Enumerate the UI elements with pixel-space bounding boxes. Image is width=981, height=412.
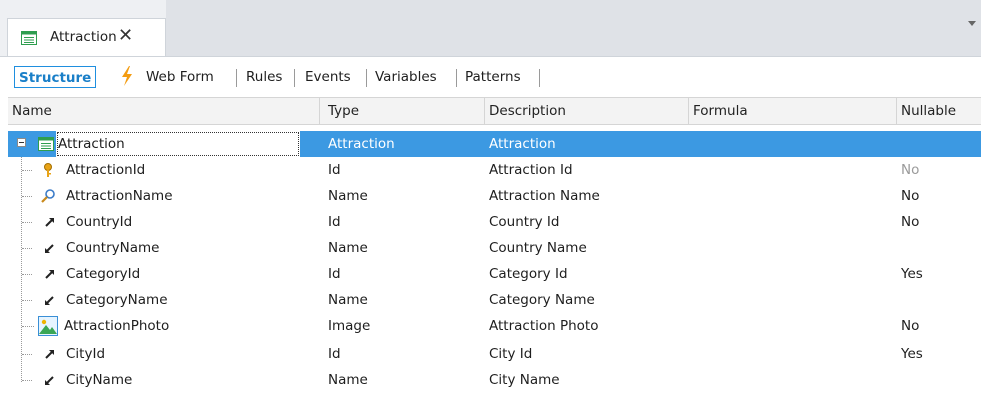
tab-strip-empty-area xyxy=(166,0,981,56)
row-nullable: Yes xyxy=(901,346,923,362)
object-section-bar: Structure Web Form Rules Events Variable… xyxy=(0,56,981,97)
tree-connector xyxy=(22,354,32,355)
collapse-toggle-icon[interactable] xyxy=(17,138,26,147)
tree-connector xyxy=(22,222,32,223)
tab-patterns[interactable]: Patterns xyxy=(465,66,521,88)
inferred-icon xyxy=(45,244,54,253)
row-description: Attraction Id xyxy=(489,162,573,178)
inferred-icon xyxy=(45,296,54,305)
tree-connector xyxy=(22,248,32,249)
row-type: Name xyxy=(328,292,368,308)
column-header-name[interactable]: Name xyxy=(8,98,320,124)
tab-rules[interactable]: Rules xyxy=(246,66,282,88)
row-type: Id xyxy=(328,346,341,362)
structure-row[interactable]: CategoryName Name Category Name xyxy=(8,287,981,313)
structure-row[interactable]: CountryId Id Country Id No xyxy=(8,209,981,235)
tree-connector xyxy=(22,170,32,171)
close-tab-icon[interactable]: ✕ xyxy=(118,25,133,46)
foreign-key-icon xyxy=(45,270,54,279)
structure-row[interactable]: AttractionPhoto Image Attraction Photo N… xyxy=(8,313,981,339)
row-type: Name xyxy=(328,240,368,256)
row-nullable: No xyxy=(901,162,920,178)
row-name[interactable]: CountryName xyxy=(66,235,159,261)
section-separator xyxy=(539,69,540,87)
tab-structure[interactable]: Structure xyxy=(14,66,97,88)
tree-connector xyxy=(22,326,34,327)
row-type: Image xyxy=(328,318,371,334)
web-form-bolt-icon xyxy=(122,66,132,86)
row-type: Id xyxy=(328,214,341,230)
tree-connector xyxy=(22,300,32,301)
row-name[interactable]: CategoryName xyxy=(66,287,168,313)
document-tab-attraction[interactable]: Attraction ✕ xyxy=(7,18,166,56)
structure-row-root[interactable]: Attraction Attraction Attraction xyxy=(8,131,981,157)
row-type: Attraction xyxy=(328,136,395,152)
column-header-formula[interactable]: Formula xyxy=(689,98,897,124)
structure-row[interactable]: CityName Name City Name xyxy=(8,367,981,393)
row-type: Name xyxy=(328,372,368,388)
section-separator xyxy=(456,69,457,87)
row-description: City Name xyxy=(489,372,560,388)
key-icon xyxy=(44,163,52,177)
structure-row[interactable]: CategoryId Id Category Id Yes xyxy=(8,261,981,287)
row-name[interactable]: CityId xyxy=(66,341,105,367)
transaction-icon xyxy=(38,137,54,151)
structure-row[interactable]: CityId Id City Id Yes xyxy=(8,341,981,367)
row-description: Category Name xyxy=(489,292,595,308)
row-description: Category Id xyxy=(489,266,568,282)
document-tab-strip: Attraction ✕ xyxy=(0,0,981,56)
row-name[interactable]: AttractionPhoto xyxy=(64,313,169,339)
row-nullable: No xyxy=(901,214,920,230)
column-header-nullable[interactable]: Nullable xyxy=(897,98,981,124)
section-separator xyxy=(236,69,237,87)
description-icon xyxy=(41,189,55,203)
structure-row[interactable]: CountryName Name Country Name xyxy=(8,235,981,261)
column-header-type[interactable]: Type xyxy=(324,98,485,124)
row-name[interactable]: CityName xyxy=(66,367,132,393)
row-description: Country Name xyxy=(489,240,587,256)
tab-overflow-chevron-down-icon[interactable] xyxy=(968,21,976,26)
inferred-icon xyxy=(45,376,54,385)
structure-row[interactable]: AttractionName Name Attraction Name No xyxy=(8,183,981,209)
row-name[interactable]: AttractionId xyxy=(66,157,145,183)
section-separator xyxy=(366,69,367,87)
row-description: City Id xyxy=(489,346,533,362)
tree-connector xyxy=(22,196,32,197)
tab-variables[interactable]: Variables xyxy=(375,66,437,88)
tab-events[interactable]: Events xyxy=(305,66,351,88)
row-name[interactable]: Attraction xyxy=(56,131,300,157)
section-separator xyxy=(294,69,295,87)
transaction-icon xyxy=(21,31,37,45)
row-name[interactable]: CountryId xyxy=(66,209,132,235)
tree-connector xyxy=(22,274,32,275)
column-header-description[interactable]: Description xyxy=(485,98,689,124)
tree-connector xyxy=(22,380,32,381)
row-description: Attraction xyxy=(489,136,556,152)
foreign-key-icon xyxy=(45,218,54,227)
row-name[interactable]: CategoryId xyxy=(66,261,140,287)
image-icon xyxy=(38,316,58,336)
row-nullable: Yes xyxy=(901,266,923,282)
row-description: Attraction Name xyxy=(489,188,600,204)
row-type: Id xyxy=(328,162,341,178)
structure-row[interactable]: AttractionId Id Attraction Id No xyxy=(8,157,981,183)
row-name[interactable]: AttractionName xyxy=(66,183,173,209)
row-nullable: No xyxy=(901,318,920,334)
row-type: Id xyxy=(328,266,341,282)
foreign-key-icon xyxy=(45,350,54,359)
document-tab-title: Attraction xyxy=(50,29,117,45)
row-nullable: No xyxy=(901,188,920,204)
row-type: Name xyxy=(328,188,368,204)
row-description: Country Id xyxy=(489,214,560,230)
structure-grid-header: Name Type Description Formula Nullable xyxy=(8,97,981,125)
tab-web-form[interactable]: Web Form xyxy=(146,66,214,88)
row-description: Attraction Photo xyxy=(489,318,599,334)
